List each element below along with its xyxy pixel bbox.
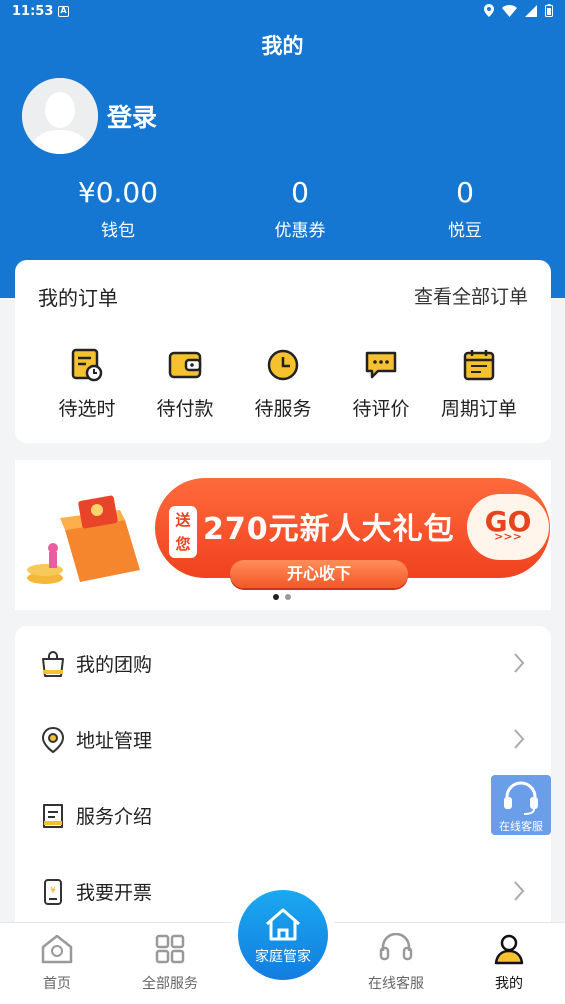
- coupon-label: 优惠券: [274, 221, 326, 241]
- banner-headline: 270元新人大礼包: [203, 512, 455, 547]
- location-status-icon: [484, 4, 494, 17]
- status-icons: [484, 4, 553, 17]
- nav-online-service[interactable]: 在线客服: [346, 933, 446, 993]
- orders-card: 我的订单 查看全部订单 待选时 待付款 待服务 待评价 周期订单: [15, 260, 551, 443]
- nav-all-services[interactable]: 全部服务: [120, 933, 220, 993]
- floating-service-button[interactable]: 在线客服: [491, 775, 551, 835]
- carousel-dot-active[interactable]: [273, 594, 279, 600]
- nav-mine[interactable]: 我的: [459, 933, 559, 993]
- banner-go-button[interactable]: GO >>>: [467, 494, 549, 560]
- coupon-value: 0: [291, 176, 309, 209]
- user-icon: [494, 934, 524, 965]
- house-icon: [266, 908, 300, 941]
- avatar[interactable]: [22, 78, 98, 154]
- order-pending-service[interactable]: 待服务: [234, 348, 332, 421]
- nav-label: 首页: [43, 976, 71, 992]
- status-time: 11:53: [12, 4, 54, 19]
- view-all-orders-link[interactable]: 查看全部订单: [414, 282, 528, 309]
- calendar-icon: [463, 350, 495, 381]
- yuedou-value: 0: [456, 176, 474, 209]
- menu-item-label: 我的团购: [76, 654, 153, 676]
- banner-send-tag: 送您: [169, 506, 197, 558]
- orders-title: 我的订单: [38, 286, 118, 310]
- menu-item-address[interactable]: 地址管理: [15, 702, 551, 778]
- wallet-icon: [168, 351, 202, 379]
- menu-item-group-buy[interactable]: 我的团购: [15, 626, 551, 702]
- menu-card: 我的团购 地址管理 服务介绍 ¥ 我要开票: [15, 626, 551, 926]
- chevron-right-icon: [514, 653, 525, 673]
- menu-item-label: 我要开票: [76, 882, 153, 904]
- nav-label: 家庭管家: [255, 949, 311, 965]
- grid-icon: [155, 934, 185, 964]
- order-label: 待服务: [254, 398, 312, 420]
- invoice-icon: ¥: [44, 879, 62, 905]
- menu-item-label: 服务介绍: [76, 806, 153, 828]
- gift-box-illustration: [27, 495, 140, 584]
- nav-home[interactable]: 首页: [7, 933, 107, 993]
- yuedou-label: 悦豆: [448, 221, 482, 241]
- carousel-dots: [273, 594, 291, 600]
- headset-icon: [379, 933, 413, 961]
- wallet-stat[interactable]: ¥0.00 钱包: [48, 176, 188, 241]
- carousel-dot[interactable]: [285, 594, 291, 600]
- nav-family-butler[interactable]: 家庭管家: [238, 890, 328, 980]
- menu-item-label: 地址管理: [76, 730, 153, 752]
- location-icon: [41, 726, 65, 754]
- banner-go-arrows: >>>: [494, 530, 522, 543]
- headset-icon: [504, 781, 538, 815]
- nav-label: 在线客服: [368, 976, 424, 992]
- coupon-stat[interactable]: 0 优惠券: [230, 176, 370, 241]
- profile-header: 11:53 A 我的 登录 ¥0.00 钱包 0 优惠券 0 悦豆: [0, 0, 565, 298]
- shopping-bag-icon: [42, 651, 64, 677]
- wifi-icon: [502, 4, 517, 17]
- order-pending-review[interactable]: 待评价: [332, 348, 430, 421]
- svg-text:¥: ¥: [50, 886, 56, 896]
- status-bar: 11:53 A: [0, 0, 565, 24]
- comment-icon: [365, 351, 397, 379]
- order-label: 周期订单: [440, 398, 517, 420]
- order-pending-payment[interactable]: 待付款: [136, 348, 234, 421]
- order-label: 待评价: [352, 398, 410, 420]
- nav-label: 我的: [495, 976, 523, 992]
- document-icon: [43, 804, 63, 828]
- default-avatar-icon: [22, 78, 98, 154]
- signal-icon: [525, 4, 537, 17]
- clock-icon: [267, 349, 299, 381]
- chevron-right-icon: [514, 729, 525, 749]
- order-pending-schedule[interactable]: 待选时: [38, 348, 136, 421]
- floating-service-label: 在线客服: [499, 820, 543, 833]
- nav-label: 全部服务: [142, 976, 198, 992]
- home-icon: [41, 934, 73, 964]
- app-notification-icon: A: [58, 6, 69, 17]
- wallet-value: ¥0.00: [77, 176, 159, 209]
- menu-item-service-intro[interactable]: 服务介绍: [15, 778, 551, 854]
- banner-accept-button[interactable]: 开心收下: [230, 560, 408, 588]
- schedule-icon: [71, 348, 103, 382]
- promo-banner[interactable]: 送您 270元新人大礼包 GO >>> 开心收下: [15, 460, 551, 610]
- order-label: 待付款: [156, 398, 214, 420]
- login-link[interactable]: 登录: [107, 98, 157, 134]
- chevron-right-icon: [514, 881, 525, 901]
- page-title: 我的: [261, 34, 304, 58]
- order-periodic[interactable]: 周期订单: [430, 348, 528, 421]
- yuedou-stat[interactable]: 0 悦豆: [395, 176, 535, 241]
- order-label: 待选时: [58, 398, 116, 420]
- wallet-label: 钱包: [101, 221, 135, 241]
- battery-icon: [545, 4, 553, 17]
